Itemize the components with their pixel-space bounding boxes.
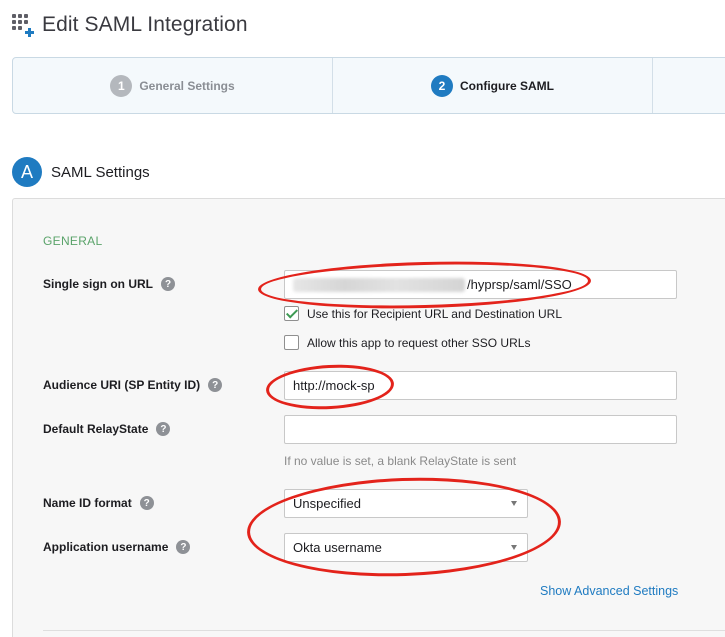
app-username-select[interactable]: Okta username — [284, 533, 528, 562]
edit-saml-page: Edit SAML Integration 1 General Settings… — [0, 0, 725, 637]
name-id-format-select[interactable]: Unspecified — [284, 489, 528, 518]
name-id-format-label: Name ID format ? — [43, 496, 154, 510]
help-icon[interactable]: ? — [176, 540, 191, 554]
page-header: Edit SAML Integration — [12, 10, 248, 40]
step-feedback[interactable] — [653, 58, 725, 113]
show-advanced-settings-link[interactable]: Show Advanced Settings — [540, 584, 678, 598]
step-label: Configure SAML — [460, 78, 554, 93]
name-id-format-value: Unspecified — [293, 496, 361, 511]
step-configure-saml[interactable]: 2 Configure SAML — [333, 58, 653, 113]
help-icon[interactable]: ? — [139, 496, 154, 510]
recipient-url-checkbox-label: Use this for Recipient URL and Destinati… — [307, 306, 563, 321]
audience-uri-label: Audience URI (SP Entity ID) ? — [43, 378, 223, 392]
relay-state-label-text: Default RelayState — [43, 422, 149, 436]
recipient-url-checkbox[interactable] — [284, 306, 299, 321]
step-general-settings[interactable]: 1 General Settings — [13, 58, 333, 113]
allow-other-sso-option[interactable]: Allow this app to request other SSO URLs — [284, 335, 530, 350]
app-username-label-text: Application username — [43, 540, 169, 554]
audience-uri-input[interactable]: http://mock-sp — [284, 371, 677, 400]
chevron-down-icon — [511, 545, 517, 550]
step-number: 2 — [431, 74, 453, 97]
help-icon[interactable]: ? — [156, 422, 171, 436]
help-icon[interactable]: ? — [208, 378, 223, 392]
step-number: 1 — [110, 74, 133, 97]
section-title: SAML Settings — [51, 164, 150, 181]
sso-url-label: Single sign on URL ? — [43, 277, 175, 291]
chevron-down-icon — [511, 501, 517, 506]
sso-url-input[interactable]: /hyprsp/saml/SSO — [284, 270, 677, 299]
step-label: General Settings — [139, 78, 235, 93]
redacted-host — [293, 277, 465, 292]
app-username-label: Application username ? — [43, 540, 191, 554]
sso-url-label-text: Single sign on URL — [43, 277, 153, 291]
help-icon[interactable]: ? — [161, 277, 175, 291]
sso-url-value: /hyprsp/saml/SSO — [467, 277, 572, 292]
page-title: Edit SAML Integration — [42, 13, 248, 36]
audience-uri-label-text: Audience URI (SP Entity ID) — [43, 378, 201, 392]
app-username-value: Okta username — [293, 540, 382, 555]
name-id-format-label-text: Name ID format — [43, 496, 132, 510]
relay-state-label: Default RelayState ? — [43, 422, 171, 436]
general-heading: GENERAL — [43, 234, 103, 248]
allow-other-sso-checkbox[interactable] — [284, 335, 299, 350]
section-badge: A — [12, 157, 42, 187]
audience-uri-value: http://mock-sp — [293, 378, 375, 393]
relay-state-input[interactable] — [284, 415, 677, 444]
divider — [43, 630, 725, 631]
wizard-steps: 1 General Settings 2 Configure SAML — [12, 57, 725, 114]
allow-other-sso-checkbox-label: Allow this app to request other SSO URLs — [307, 335, 531, 350]
add-app-icon — [12, 14, 34, 37]
relay-state-hint: If no value is set, a blank RelayState i… — [284, 454, 517, 468]
recipient-url-option[interactable]: Use this for Recipient URL and Destinati… — [284, 306, 562, 321]
